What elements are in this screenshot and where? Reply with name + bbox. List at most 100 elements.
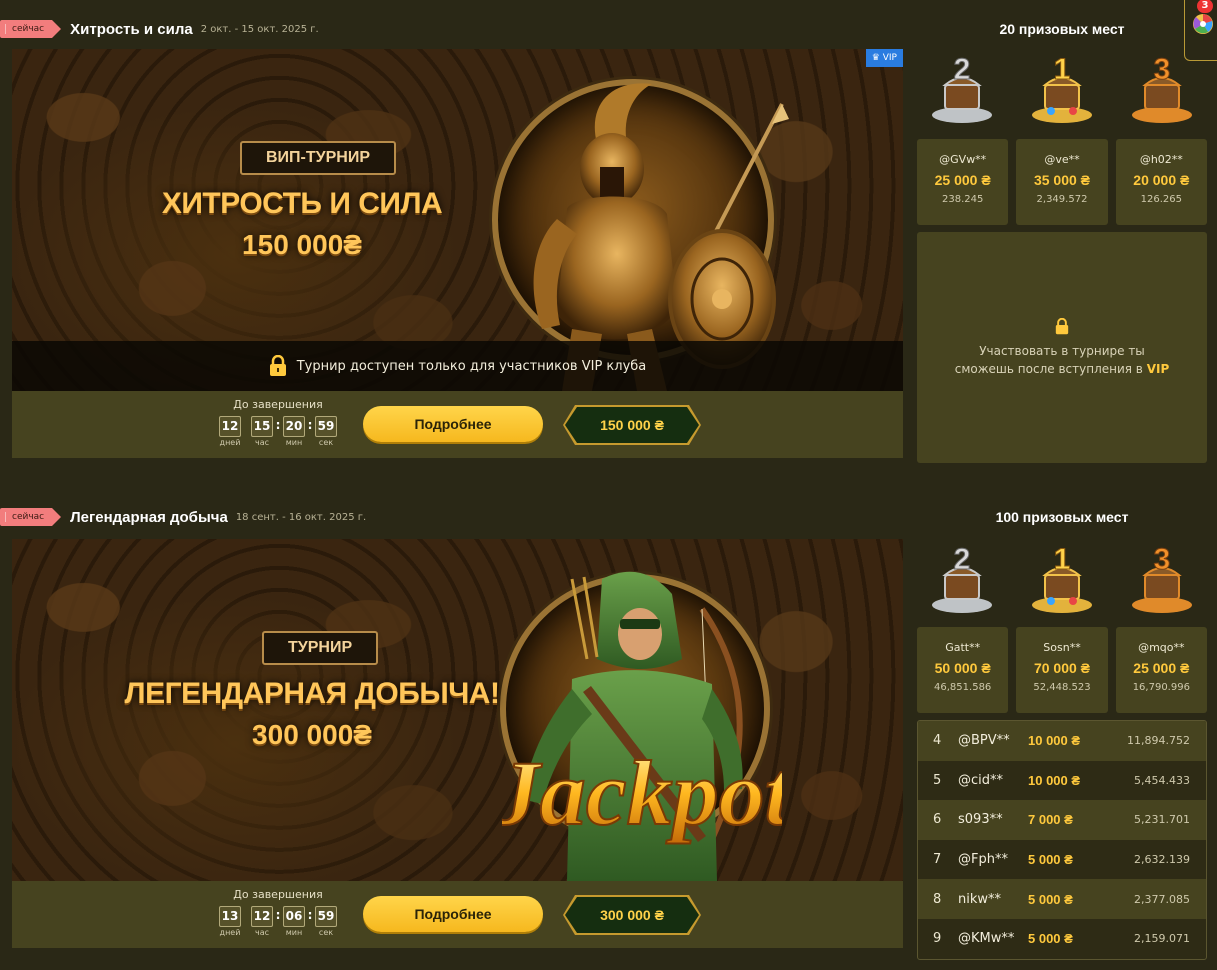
player-name: Gatt** [945, 641, 981, 654]
player-name: @mqo** [1138, 641, 1185, 654]
tournament-footer: До завершения 13 дней 12 час : 06 мин : 59 с… [12, 881, 903, 948]
leaderboard-row: 8 nikw** 5 000 ₴ 2,377.085 [918, 879, 1206, 919]
player-score: 2,377.085 [1134, 892, 1190, 906]
prize-pool-badge: 300 000 ₴ [565, 897, 699, 933]
more-button[interactable]: Подробнее [363, 896, 543, 932]
svg-text:1: 1 [1054, 53, 1071, 86]
player-name: @cid** [958, 772, 1004, 788]
countdown-timer: До завершения 12 дней 15 час : 20 мин : 59 с… [215, 398, 341, 448]
countdown-hours: 12 [251, 906, 273, 927]
vip-tag: ♛ VIP [865, 49, 903, 67]
tournament-card: сейчас Легендарная добыча 18 сент. - 16 … [0, 503, 1217, 970]
podium: 2 1 3 [917, 49, 1207, 131]
notification-count: 3 [1197, 0, 1213, 13]
jackpot-logo: Jackpot [502, 741, 782, 845]
tournament-banner[interactable]: Jackpot ТУРНИР ЛЕГЕНДАРНАЯ ДОБЫЧА! 300 0… [12, 539, 903, 881]
prize-pool-badge: 150 000 ₴ [565, 407, 699, 443]
countdown-seconds: 59 [315, 906, 337, 927]
rank: 4 [933, 733, 942, 749]
vip-only-text: Участвовать в турнире ты сможешь после в… [954, 344, 1170, 376]
player-prize: 10 000 ₴ [1028, 733, 1081, 749]
podium-card-1st: Sosn** 70 000 ₴ 52,448.523 [1016, 627, 1108, 713]
rank: 6 [933, 812, 942, 828]
player-prize: 7 000 ₴ [1028, 812, 1073, 828]
player-name: @GVw** [939, 153, 987, 166]
player-score: 11,894.752 [1127, 734, 1190, 748]
lock-icon [1055, 317, 1069, 335]
countdown-hours: 15 [251, 416, 273, 437]
vip-link[interactable]: VIP [1147, 362, 1170, 376]
player-score: 5,231.701 [1134, 813, 1190, 827]
player-prize: 5 000 ₴ [1028, 931, 1073, 947]
vip-locked-text: Турнир доступен только для участников VI… [296, 358, 647, 374]
svg-text:3: 3 [1154, 543, 1171, 576]
player-prize: 70 000 ₴ [1033, 660, 1091, 676]
countdown-timer: До завершения 13 дней 12 час : 06 мин : 59 с… [215, 888, 341, 938]
rank: 7 [933, 852, 942, 868]
tournament-dates: 18 сент. - 16 окт. 2025 г. [235, 511, 367, 523]
player-prize: 5 000 ₴ [1028, 852, 1073, 868]
player-score: 46,851.586 [934, 682, 992, 693]
tournament-card: сейчас Хитрость и сила 2 окт. - 15 окт. … [0, 15, 1217, 465]
bonus-wheel-widget[interactable]: 3 [1184, 0, 1217, 61]
crown-icon: ♛ [871, 53, 880, 63]
countdown-seconds: 59 [315, 416, 337, 437]
banner-title: ЛЕГЕНДАРНАЯ ДОБЫЧА! [124, 677, 500, 710]
podium-card-1st: @ve** 35 000 ₴ 2,349.572 [1016, 139, 1108, 225]
leaderboard-row: 5 @cid** 10 000 ₴ 5,454.433 [918, 761, 1206, 801]
player-score: 52,448.523 [1033, 682, 1091, 693]
countdown-minutes: 06 [283, 906, 305, 927]
status-badge: сейчас [0, 20, 62, 38]
leaderboard-row: 7 @Fph** 5 000 ₴ 2,632.139 [918, 840, 1206, 880]
tournament-title[interactable]: Хитрость и сила [70, 21, 193, 38]
more-button[interactable]: Подробнее [363, 406, 543, 442]
podium-card-2nd: @GVw** 25 000 ₴ 238.245 [917, 139, 1009, 225]
vip-locked-bar: Турнир доступен только для участников VI… [12, 341, 903, 391]
countdown-days: 13 [219, 906, 241, 927]
prize-places: 100 призовых мест [995, 509, 1129, 525]
gold-chest-icon: 1 [1032, 543, 1092, 613]
player-name: Sosn** [1043, 641, 1081, 654]
podium: 2 1 3 [917, 539, 1207, 621]
silver-chest-icon: 2 [932, 543, 992, 613]
tournament-header: сейчас Легендарная добыча 18 сент. - 16 … [0, 503, 366, 531]
player-prize: 25 000 ₴ [1133, 660, 1190, 676]
rank: 5 [933, 772, 942, 788]
countdown-label: До завершения [233, 398, 323, 411]
prize-places: 20 призовых мест [999, 21, 1125, 37]
podium-card-3rd: @mqo** 25 000 ₴ 16,790.996 [1115, 627, 1207, 713]
podium-cards: Gatt** 50 000 ₴ 46,851.586 Sosn** 70 000… [917, 627, 1207, 713]
countdown-label: До завершения [233, 888, 323, 901]
player-prize: 5 000 ₴ [1028, 891, 1073, 907]
player-name: @h02** [1139, 153, 1183, 166]
banner-ribbon: ВИП-ТУРНИР [240, 141, 397, 175]
player-name: s093** [958, 812, 1003, 828]
leaderboard-row: 9 @KMw** 5 000 ₴ 2,159.071 [918, 919, 1206, 959]
player-name: @ve** [1044, 153, 1080, 166]
player-name: @Fph** [958, 852, 1008, 868]
player-score: 16,790.996 [1132, 682, 1190, 693]
rank: 8 [933, 891, 942, 907]
banner-ribbon: ТУРНИР [262, 631, 379, 665]
svg-text:2: 2 [954, 543, 971, 576]
svg-text:3: 3 [1154, 53, 1171, 86]
silver-chest-icon: 2 [932, 53, 992, 123]
podium-cards: @GVw** 25 000 ₴ 238.245 @ve** 35 000 ₴ 2… [917, 139, 1207, 225]
banner-amount: 300 000₴ [252, 719, 372, 750]
tournament-title[interactable]: Легендарная добыча [70, 509, 228, 526]
player-name: @BPV** [958, 733, 1010, 749]
leaderboard[interactable]: 4 @BPV** 10 000 ₴ 11,894.752 5 @cid** 10… [917, 720, 1207, 960]
player-score: 2,159.071 [1134, 932, 1190, 946]
vip-only-panel: Участвовать в турнире ты сможешь после в… [917, 232, 1207, 463]
player-score: 5,454.433 [1134, 773, 1190, 787]
player-score: 238.245 [941, 194, 984, 205]
tournament-banner[interactable]: ВИП-ТУРНИР ХИТРОСТЬ И СИЛА 150 000₴ ♛ VI… [12, 49, 903, 391]
banner-amount: 150 000₴ [242, 229, 362, 260]
wheel-icon [1193, 14, 1213, 34]
leaderboard-row: 6 s093** 7 000 ₴ 5,231.701 [918, 800, 1206, 840]
tournament-header: сейчас Хитрость и сила 2 окт. - 15 окт. … [0, 15, 319, 43]
status-badge: сейчас [0, 508, 62, 526]
svg-text:Jackpot: Jackpot [502, 742, 782, 844]
player-prize: 50 000 ₴ [934, 660, 991, 676]
player-prize: 35 000 ₴ [1033, 172, 1091, 188]
